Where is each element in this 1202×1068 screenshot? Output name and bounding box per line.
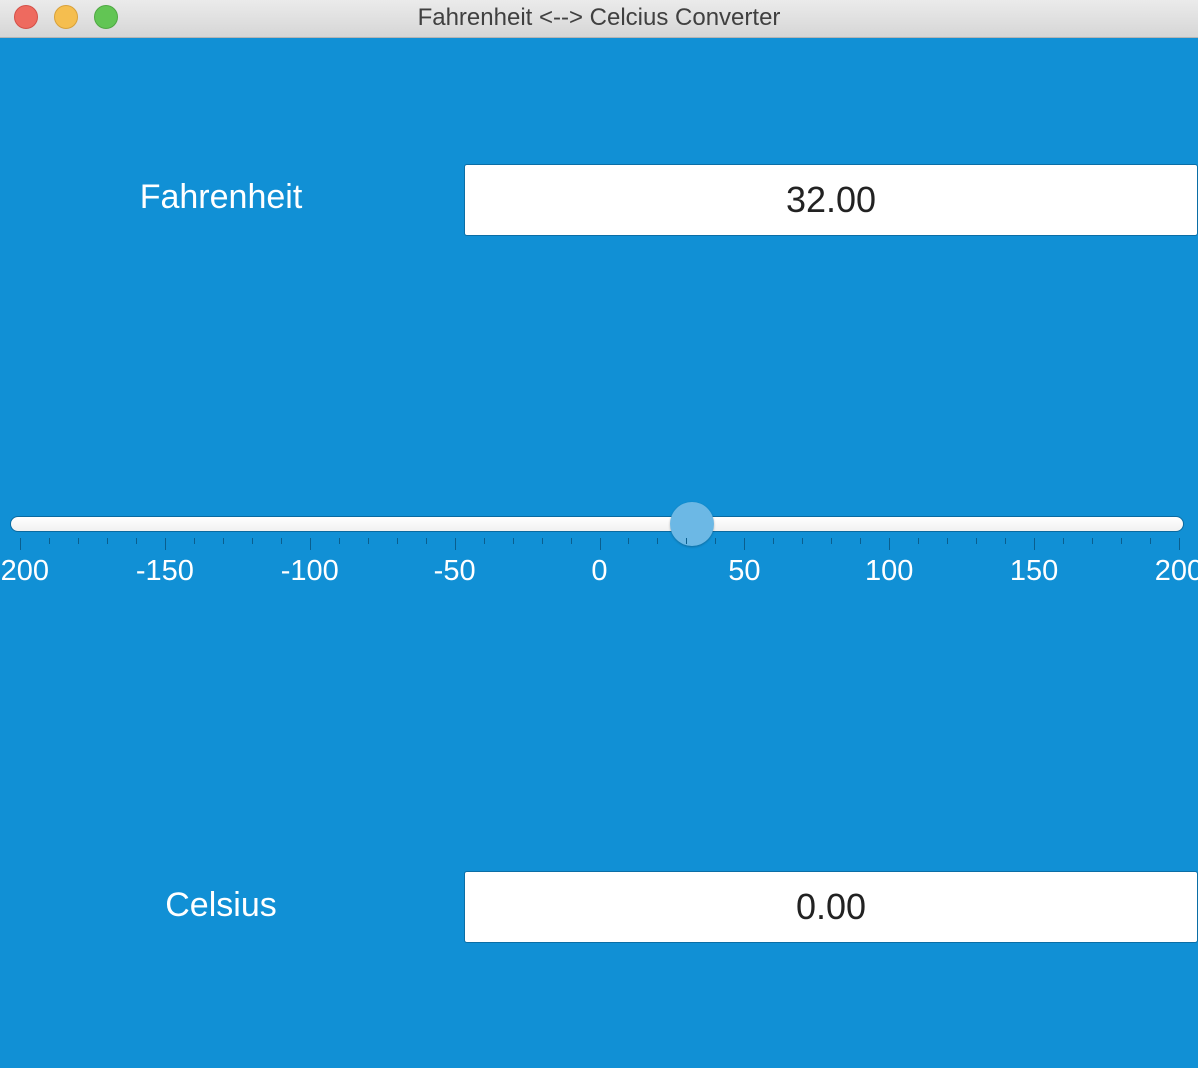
slider-major-tick: [309, 538, 311, 550]
slider-minor-tick: [425, 538, 427, 544]
celsius-label: Celsius: [165, 886, 277, 924]
slider-major-tick: [20, 538, 21, 550]
slider-tick-label: 150: [1009, 555, 1059, 587]
slider-major-tick: [164, 538, 166, 550]
title-bar[interactable]: Fahrenheit <--> Celcius Converter: [0, 0, 1198, 38]
slider-minor-tick: [338, 538, 340, 544]
slider-major-tick: [1034, 538, 1036, 550]
slider-minor-tick: [280, 538, 282, 544]
slider-minor-tick: [77, 538, 79, 544]
slider-major-tick: [599, 538, 601, 550]
slider-minor-tick: [657, 538, 659, 544]
slider-minor-tick: [570, 538, 572, 544]
slider-major-tick: [1179, 538, 1180, 550]
fahrenheit-label: Fahrenheit: [139, 178, 303, 216]
slider-tick-label: 200: [1154, 555, 1198, 587]
slider-major-tick: [889, 538, 891, 550]
slider-tick-label: -150: [135, 555, 194, 587]
slider-minor-tick: [773, 538, 775, 544]
converter-window: Fahrenheit <--> Celcius Converter Fahren…: [0, 0, 1198, 1068]
slider-minor-tick: [860, 538, 862, 544]
celsius-input[interactable]: [464, 871, 1198, 943]
slider-minor-tick: [483, 538, 485, 544]
slider-thumb[interactable]: [670, 502, 715, 546]
slider-track[interactable]: [10, 516, 1184, 532]
window-title: Fahrenheit <--> Celcius Converter: [417, 4, 781, 31]
slider-tick-label: 50: [728, 555, 761, 587]
slider-tick-label: 0: [591, 555, 608, 587]
slider-minor-tick: [1005, 538, 1007, 544]
slider-minor-tick: [222, 538, 224, 544]
slider-minor-tick: [135, 538, 137, 544]
slider-minor-tick: [541, 538, 543, 544]
temperature-slider[interactable]: -200 -150 -100 -50 0 50 100 150 200: [0, 502, 1198, 628]
slider-minor-tick: [251, 538, 253, 544]
slider-minor-tick: [106, 538, 108, 544]
slider-minor-tick: [918, 538, 920, 544]
slider-minor-tick: [628, 538, 630, 544]
slider-minor-tick: [976, 538, 978, 544]
slider-tick-label: 100: [865, 555, 914, 587]
slider-tick-label: -50: [433, 555, 476, 587]
slider-minor-tick: [512, 538, 514, 544]
slider-minor-tick: [1092, 538, 1094, 544]
converter-panel: Fahrenheit -200 -150 -100 -50 0 50 100 150 200 C…: [0, 38, 1198, 1068]
slider-major-tick: [454, 538, 456, 550]
slider-tick-label: -100: [280, 555, 339, 587]
slider-minor-tick: [686, 538, 688, 544]
slider-minor-tick: [1121, 538, 1123, 544]
slider-minor-tick: [1063, 538, 1065, 544]
slider-minor-tick: [48, 538, 50, 544]
slider-minor-tick: [831, 538, 833, 544]
fahrenheit-input[interactable]: [464, 164, 1198, 236]
slider-minor-tick: [193, 538, 195, 544]
slider-minor-tick: [715, 538, 717, 544]
slider-major-tick: [744, 538, 746, 550]
slider-tick-label: -200: [0, 555, 50, 587]
slider-minor-tick: [947, 538, 949, 544]
slider-minor-tick: [396, 538, 398, 544]
slider-minor-tick: [367, 538, 369, 544]
slider-minor-tick: [802, 538, 804, 544]
slider-minor-tick: [1150, 538, 1152, 544]
